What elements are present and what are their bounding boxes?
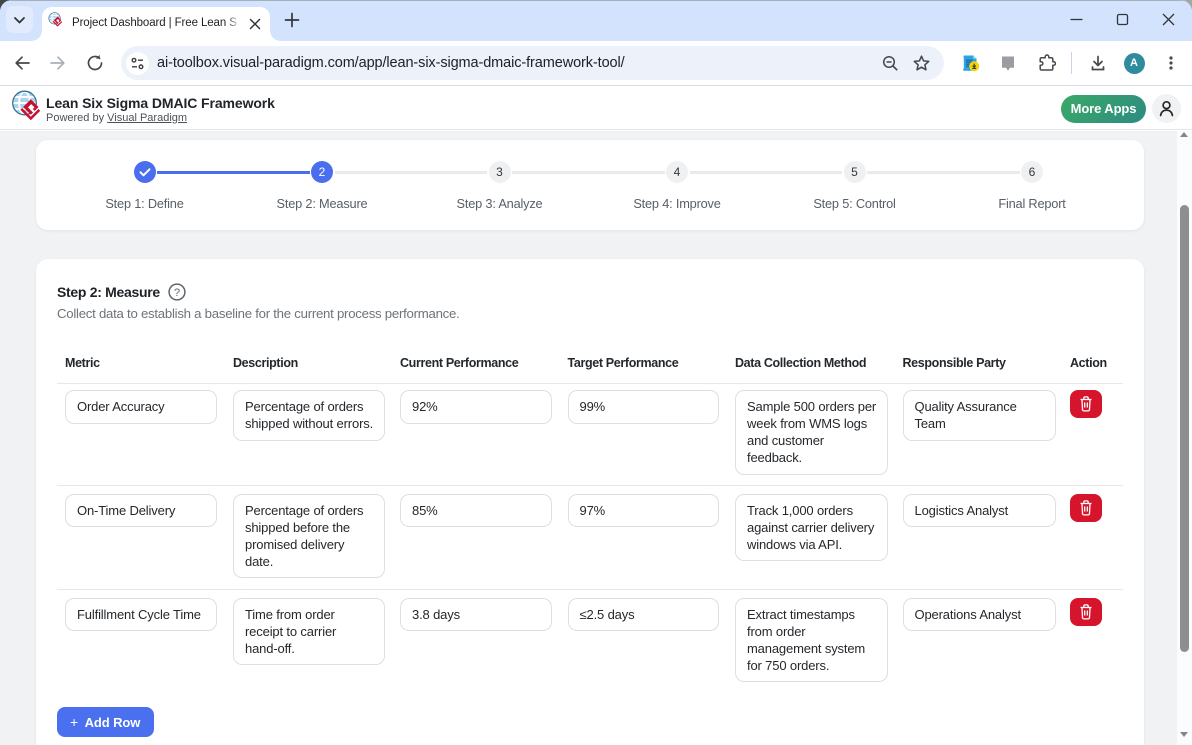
svg-text:?: ? [174,287,180,299]
